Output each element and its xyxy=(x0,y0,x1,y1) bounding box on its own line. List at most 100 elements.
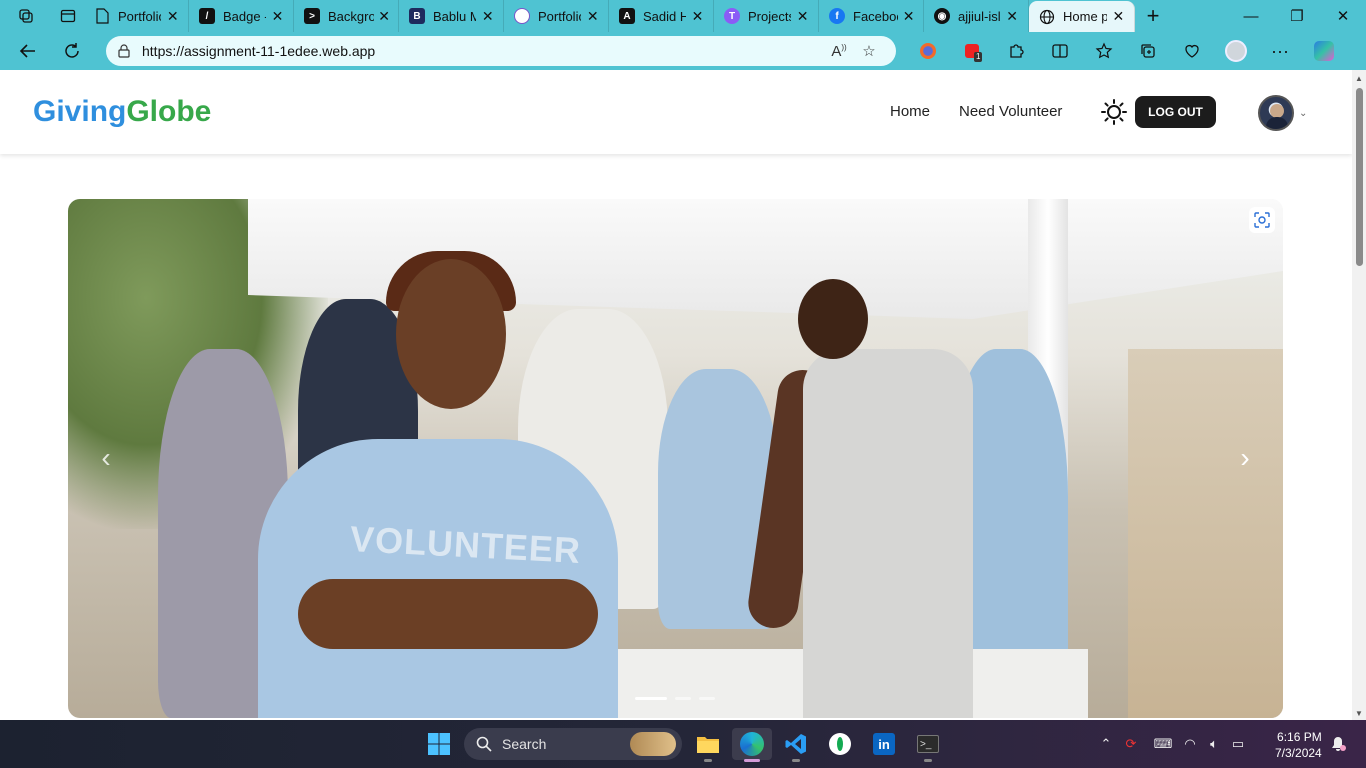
close-icon[interactable]: ✕ xyxy=(480,8,495,24)
volume-icon[interactable]: 🔈︎ xyxy=(1202,736,1226,752)
mongodb-compass-icon[interactable] xyxy=(820,728,860,760)
tab-label: Home p xyxy=(1063,9,1107,24)
chevron-up-icon[interactable]: ⌃ xyxy=(1098,736,1114,752)
copilot-icon[interactable] xyxy=(1302,32,1346,70)
carousel-next-icon[interactable]: › xyxy=(1227,440,1263,476)
wifi-icon[interactable]: ◠ xyxy=(1178,736,1202,752)
edge-browser-icon[interactable] xyxy=(732,728,772,762)
workspaces-icon[interactable] xyxy=(0,0,52,32)
taskbar-search[interactable]: Search xyxy=(464,728,682,760)
close-icon[interactable]: ✕ xyxy=(270,8,285,24)
carousel-dot[interactable] xyxy=(699,697,715,700)
document-icon xyxy=(94,8,110,24)
close-icon[interactable]: ✕ xyxy=(165,8,180,24)
taskbar-clock[interactable]: 6:16 PM 7/3/2024 xyxy=(1275,729,1322,761)
browser-toolbar: https://assignment-11-1edee.web.app A)) … xyxy=(0,32,1366,70)
nav-need-volunteer-link[interactable]: Need Volunteer xyxy=(959,103,1062,120)
collections-icon[interactable] xyxy=(1126,32,1170,70)
close-icon[interactable]: ✕ xyxy=(585,8,600,24)
site-logo[interactable]: GivingGlobe xyxy=(33,95,211,129)
vertical-tabs-icon[interactable] xyxy=(52,0,84,32)
sync-icon[interactable]: ⟳ xyxy=(1114,736,1148,752)
more-menu-icon[interactable]: ··· xyxy=(1258,32,1302,70)
read-aloud-icon[interactable]: A)) xyxy=(824,43,854,60)
close-icon[interactable]: ✕ xyxy=(902,8,915,24)
browser-tab-active[interactable]: Home p ✕ xyxy=(1029,1,1135,32)
globe-icon xyxy=(1039,9,1055,25)
close-icon[interactable]: ✕ xyxy=(690,8,705,24)
chevron-down-icon[interactable]: ⌄ xyxy=(1299,108,1307,119)
tab-label: Background xyxy=(328,8,375,24)
user-avatar[interactable] xyxy=(1258,95,1294,131)
extension-badge: 1 xyxy=(974,52,983,62)
running-indicator xyxy=(792,759,800,762)
hero-man-head xyxy=(798,279,868,359)
logout-button[interactable]: LOG OUT xyxy=(1135,96,1216,128)
hero-shelf xyxy=(1128,349,1283,718)
avatar-icon xyxy=(514,8,530,24)
tab-label: Portfolio xyxy=(118,8,162,24)
keyboard-icon[interactable]: ⌨ xyxy=(1148,736,1178,752)
restore-icon[interactable]: ❐ xyxy=(1274,0,1320,32)
system-tray: ⌃ ⟳ ⌨ ◠ 🔈︎ ▭ xyxy=(1098,720,1250,768)
browser-tab[interactable]: T Projects ✕ xyxy=(714,0,819,32)
adblock-extension-icon[interactable]: 1 xyxy=(950,32,994,70)
lock-icon[interactable] xyxy=(118,44,130,58)
browser-tab[interactable]: B Bablu M ✕ xyxy=(399,0,504,32)
browser-tab[interactable]: > Background ✕ xyxy=(294,0,399,32)
start-windows-icon[interactable] xyxy=(419,728,459,760)
vscode-icon[interactable] xyxy=(776,728,816,762)
tab-label: ajjiul-isl xyxy=(958,8,1001,24)
favorites-icon[interactable] xyxy=(1082,32,1126,70)
browser-tab[interactable]: A Sadid H ✕ xyxy=(609,0,714,32)
favorite-star-icon[interactable]: ☆ xyxy=(854,42,884,60)
browser-tab[interactable]: / Badge - ✕ xyxy=(189,0,294,32)
refresh-icon[interactable] xyxy=(50,32,94,70)
profile-icon[interactable] xyxy=(1214,32,1258,70)
page-viewport: GivingGlobe Home Need Volunteer LOG OUT … xyxy=(0,70,1352,720)
close-icon[interactable]: ✕ xyxy=(378,8,390,24)
close-icon[interactable]: ✕ xyxy=(1004,8,1020,24)
tab-label: Badge - xyxy=(223,8,266,24)
running-indicator xyxy=(744,759,760,762)
browser-tab[interactable]: ◉ ajjiul-isl ✕ xyxy=(924,0,1029,32)
browser-tab[interactable]: Portfolio ✕ xyxy=(504,0,609,32)
nav-home-link[interactable]: Home xyxy=(890,103,930,120)
logo-part-2: Globe xyxy=(126,95,212,128)
notification-bell-icon[interactable] xyxy=(1330,720,1346,768)
play-icon: > xyxy=(304,8,320,24)
scrollbar-thumb[interactable] xyxy=(1356,88,1363,266)
visual-search-icon[interactable] xyxy=(1249,207,1275,233)
terminal-icon[interactable]: >_ xyxy=(908,728,948,762)
scroll-down-icon[interactable]: ▼ xyxy=(1355,709,1363,718)
page-scrollbar[interactable]: ▲ ▼ xyxy=(1352,70,1366,720)
battery-icon[interactable]: ▭ xyxy=(1226,736,1250,752)
close-window-icon[interactable]: ✕ xyxy=(1320,0,1366,32)
file-explorer-icon[interactable] xyxy=(688,728,728,762)
sun-icon[interactable] xyxy=(1100,98,1128,126)
split-screen-icon[interactable] xyxy=(1038,32,1082,70)
close-icon[interactable]: ✕ xyxy=(1111,8,1126,25)
site-navbar: GivingGlobe Home Need Volunteer LOG OUT … xyxy=(0,70,1352,154)
back-icon[interactable] xyxy=(6,32,50,70)
close-icon[interactable]: ✕ xyxy=(795,8,810,24)
extensions-puzzle-icon[interactable] xyxy=(994,32,1038,70)
carousel-dot[interactable] xyxy=(635,697,667,700)
firefox-extension-icon[interactable] xyxy=(906,32,950,70)
carousel-dot[interactable] xyxy=(675,697,691,700)
brand-slash-icon: / xyxy=(199,8,215,24)
browser-tab[interactable]: f Facebook ✕ xyxy=(819,0,924,32)
carousel-prev-icon[interactable]: ‹ xyxy=(88,440,124,476)
address-bar[interactable]: https://assignment-11-1edee.web.app A)) … xyxy=(106,36,896,66)
new-tab-button[interactable]: + xyxy=(1135,0,1171,32)
tab-label: Sadid H xyxy=(643,8,687,24)
minimize-icon[interactable]: — xyxy=(1228,0,1274,32)
browser-tab[interactable]: Portfolio ✕ xyxy=(84,0,189,32)
scroll-up-icon[interactable]: ▲ xyxy=(1355,74,1363,83)
t-icon: T xyxy=(724,8,740,24)
search-icon xyxy=(476,736,492,752)
hero-man xyxy=(745,279,983,718)
browser-essentials-icon[interactable] xyxy=(1170,32,1214,70)
linkedin-icon[interactable]: in xyxy=(864,728,904,760)
hero-volunteer-head xyxy=(396,259,506,409)
